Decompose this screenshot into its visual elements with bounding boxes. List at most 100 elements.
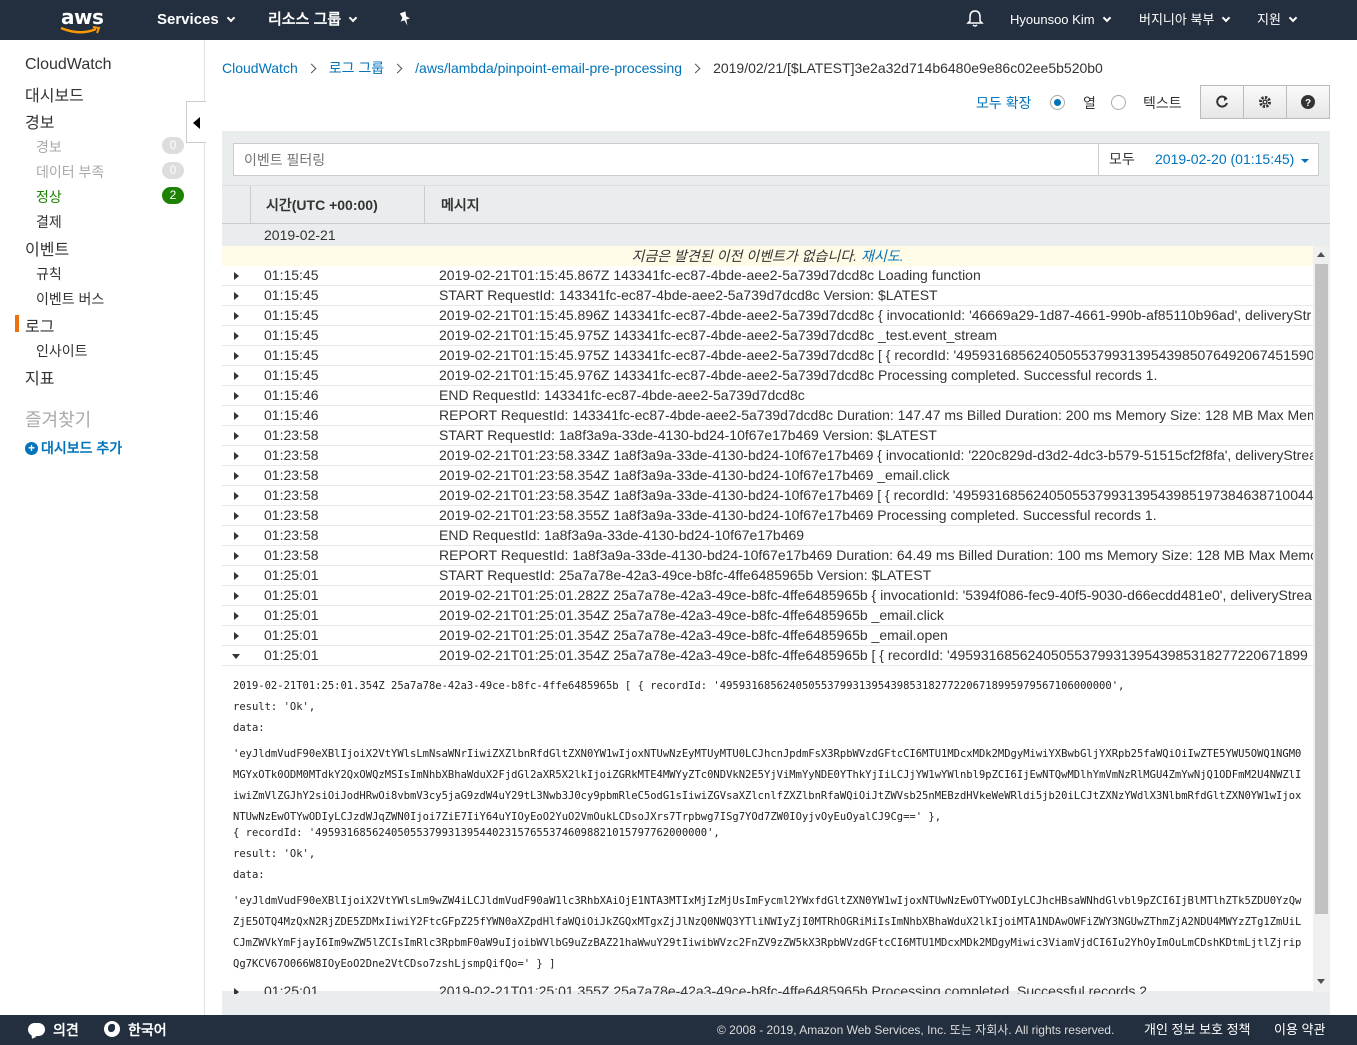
collapse-sidebar-button[interactable] xyxy=(186,101,206,143)
log-event-row[interactable]: 01:23:58 REPORT RequestId: 1a8f3a9a-33de-… xyxy=(222,546,1313,566)
log-event-row[interactable]: 01:15:46 REPORT RequestId: 143341fc-ec87-… xyxy=(222,406,1313,426)
pin-button[interactable] xyxy=(398,0,412,40)
sidebar-item-cloudwatch[interactable]: CloudWatch xyxy=(25,56,112,74)
collapse-triangle-icon[interactable] xyxy=(232,654,240,659)
expand-triangle-icon[interactable] xyxy=(234,552,239,560)
privacy-link[interactable]: 개인 정보 보호 정책 xyxy=(1144,1015,1251,1045)
sidebar-item-metrics[interactable]: 지표 xyxy=(25,365,54,389)
log-event-row[interactable]: 01:25:01 2019-02-21T01:25:01.354Z 25a7a78… xyxy=(222,646,1313,666)
sidebar-item-insights[interactable]: 인사이트 xyxy=(36,341,88,361)
detail-line: result: 'Ok', xyxy=(233,849,316,860)
log-event-row[interactable]: 01:15:45 2019-02-21T01:15:45.976Z 143341f… xyxy=(222,366,1313,386)
expand-triangle-icon[interactable] xyxy=(234,432,239,440)
globe-icon xyxy=(104,1021,120,1037)
filter-events-input[interactable] xyxy=(233,143,1099,176)
expand-triangle-icon[interactable] xyxy=(234,512,239,520)
time-range-selector[interactable]: 모두 2019-02-20 (01:15:45) xyxy=(1098,143,1319,176)
scroll-down-icon[interactable] xyxy=(1317,979,1325,984)
log-event-row[interactable]: 01:23:58 END RequestId: 1a8f3a9a-33de-413… xyxy=(222,526,1313,546)
log-event-row[interactable]: 01:25:01 2019-02-21T01:25:01.354Z 25a7a78… xyxy=(222,626,1313,646)
time-range-value[interactable]: 2019-02-20 (01:15:45) xyxy=(1155,144,1294,175)
row-view-radio[interactable] xyxy=(1050,95,1065,110)
event-time: 01:15:45 xyxy=(264,287,319,303)
event-message: 2019-02-21T01:25:01.354Z 25a7a78e-42a3-4… xyxy=(439,607,944,623)
feedback-button[interactable]: 의견 xyxy=(28,1015,79,1045)
log-event-row[interactable]: 01:23:58 2019-02-21T01:23:58.334Z 1a8f3a9… xyxy=(222,446,1313,466)
breadcrumb-log-groups[interactable]: 로그 그룹 xyxy=(329,60,384,76)
scroll-up-icon[interactable] xyxy=(1317,252,1325,257)
time-column-header[interactable]: 시간(UTC +00:00) xyxy=(250,186,425,224)
log-event-row[interactable]: 01:15:45 START RequestId: 143341fc-ec87-4… xyxy=(222,286,1313,306)
log-event-row[interactable]: 01:23:58 2019-02-21T01:23:58.355Z 1a8f3a9… xyxy=(222,506,1313,526)
user-menu[interactable]: Hyounsoo Kim xyxy=(1010,0,1111,40)
log-event-row[interactable]: 01:25:01 2019-02-21T01:25:01.355Z 25a7a7… xyxy=(222,984,1313,994)
settings-button[interactable] xyxy=(1243,85,1287,119)
sidebar-item-dashboards[interactable]: 대시보드 xyxy=(25,82,84,106)
support-menu[interactable]: 지원 xyxy=(1257,0,1298,40)
expand-triangle-icon[interactable] xyxy=(234,632,239,640)
resource-groups-label: 리소스 그룹 xyxy=(268,11,342,28)
chevron-down-icon xyxy=(348,13,358,23)
sidebar-item-ok[interactable]: 정상 xyxy=(36,187,62,207)
expand-triangle-icon[interactable] xyxy=(234,332,239,340)
sidebar-item-alarms[interactable]: 경보 xyxy=(25,109,54,133)
expand-triangle-icon[interactable] xyxy=(234,492,239,500)
retry-link[interactable]: 재시도. xyxy=(861,248,904,264)
expand-triangle-icon[interactable] xyxy=(234,532,239,540)
expand-triangle-icon[interactable] xyxy=(234,452,239,460)
expand-triangle-icon[interactable] xyxy=(234,292,239,300)
expand-triangle-icon[interactable] xyxy=(234,592,239,600)
expand-triangle-icon[interactable] xyxy=(234,988,239,994)
aws-logo[interactable]: aws xyxy=(58,4,104,36)
log-event-row[interactable]: 01:15:45 2019-02-21T01:15:45.975Z 143341f… xyxy=(222,326,1313,346)
sidebar-item-insufficient-data[interactable]: 데이터 부족 xyxy=(36,162,104,182)
expand-triangle-icon[interactable] xyxy=(234,272,239,280)
events-scrollbar[interactable] xyxy=(1313,246,1330,992)
log-events-list: 01:15:45 2019-02-21T01:15:45.867Z 143341f… xyxy=(222,266,1313,666)
log-event-row[interactable]: 01:15:45 2019-02-21T01:15:45.867Z 143341f… xyxy=(222,266,1313,286)
log-event-row[interactable]: 01:23:58 2019-02-21T01:23:58.354Z 1a8f3a9… xyxy=(222,486,1313,506)
log-event-row[interactable]: 01:25:01 START RequestId: 25a7a78e-42a3-4… xyxy=(222,566,1313,586)
notice-text: 지금은 발견된 이전 이벤트가 없습니다. xyxy=(631,248,861,264)
log-event-row[interactable]: 01:15:45 2019-02-21T01:15:45.896Z 143341f… xyxy=(222,306,1313,326)
log-event-row[interactable]: 01:15:45 2019-02-21T01:15:45.975Z 143341f… xyxy=(222,346,1313,366)
expand-triangle-icon[interactable] xyxy=(234,372,239,380)
sidebar-item-billing[interactable]: 결제 xyxy=(36,212,62,232)
expand-triangle-icon[interactable] xyxy=(234,412,239,420)
notifications-button[interactable] xyxy=(966,0,984,40)
refresh-button[interactable] xyxy=(1200,85,1244,119)
log-event-row[interactable]: 01:23:58 START RequestId: 1a8f3a9a-33de-4… xyxy=(222,426,1313,446)
log-event-row[interactable]: 01:25:01 2019-02-21T01:25:01.282Z 25a7a78… xyxy=(222,586,1313,606)
expand-triangle-icon[interactable] xyxy=(234,392,239,400)
sidebar-item-alarm-state[interactable]: 경보 xyxy=(36,137,62,157)
date-group-header: 2019-02-21 xyxy=(222,224,1330,246)
log-event-row[interactable]: 01:15:46 END RequestId: 143341fc-ec87-4bd… xyxy=(222,386,1313,406)
add-dashboard-link[interactable]: + 대시보드 추가 xyxy=(25,438,122,458)
log-event-row[interactable]: 01:23:58 2019-02-21T01:23:58.354Z 1a8f3a9… xyxy=(222,466,1313,486)
expand-triangle-icon[interactable] xyxy=(234,612,239,620)
language-button[interactable]: 한국어 xyxy=(104,1015,167,1045)
help-button[interactable]: ? xyxy=(1286,85,1330,119)
terms-link[interactable]: 이용 약관 xyxy=(1274,1015,1325,1045)
time-range-all[interactable]: 모두 xyxy=(1109,144,1135,175)
sidebar-item-rules[interactable]: 규칙 xyxy=(36,264,62,284)
text-view-radio[interactable] xyxy=(1111,95,1126,110)
expand-triangle-icon[interactable] xyxy=(234,572,239,580)
expand-all-link[interactable]: 모두 확장 xyxy=(976,93,1031,113)
resource-groups-menu[interactable]: 리소스 그룹 xyxy=(268,0,358,40)
services-menu[interactable]: Services xyxy=(157,0,235,40)
detail-line: 'eyJldmVudF90eXBlIjoiX2VtYWlsLm9wZW4iLCJ… xyxy=(233,895,1302,970)
expand-triangle-icon[interactable] xyxy=(234,312,239,320)
expand-triangle-icon[interactable] xyxy=(234,472,239,480)
scroll-thumb[interactable] xyxy=(1315,264,1328,914)
event-message: 2019-02-21T01:23:58.355Z 1a8f3a9a-33de-4… xyxy=(439,507,1157,523)
log-event-row[interactable]: 01:25:01 2019-02-21T01:25:01.354Z 25a7a78… xyxy=(222,606,1313,626)
breadcrumb-cloudwatch[interactable]: CloudWatch xyxy=(222,60,298,76)
expand-triangle-icon[interactable] xyxy=(234,352,239,360)
sidebar: CloudWatch 대시보드 경보 경보 0 데이터 부족 0 정상 2 결제… xyxy=(0,40,205,1015)
sidebar-item-event-buses[interactable]: 이벤트 버스 xyxy=(36,289,104,309)
sidebar-item-events[interactable]: 이벤트 xyxy=(25,236,69,260)
breadcrumb-log-group[interactable]: /aws/lambda/pinpoint-email-pre-processin… xyxy=(415,60,682,76)
region-menu[interactable]: 버지니아 북부 xyxy=(1139,0,1231,40)
sidebar-item-logs[interactable]: 로그 xyxy=(25,313,54,337)
